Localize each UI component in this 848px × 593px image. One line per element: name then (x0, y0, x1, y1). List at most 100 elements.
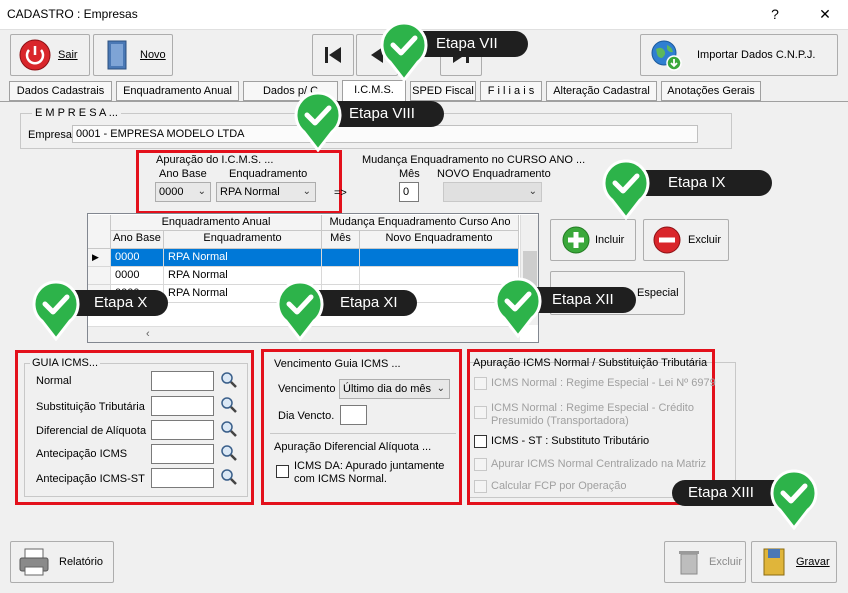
substituto-tributario-label: ICMS - ST : Substituto Tributário (491, 435, 650, 447)
grid-group-header-anual: Enquadramento Anual (111, 215, 322, 231)
excluir-row-button[interactable]: Excluir (643, 219, 729, 261)
search-icon[interactable] (220, 420, 238, 438)
printer-icon (19, 548, 49, 576)
incluir-button[interactable]: Incluir (550, 219, 636, 261)
power-icon (19, 39, 51, 71)
icms-da-label-2: com ICMS Normal. (294, 473, 387, 485)
table-cell[interactable]: 0000 (111, 249, 164, 267)
gravar-label: Gravar (796, 556, 830, 568)
search-icon[interactable] (220, 468, 238, 486)
empresa-group-title: E M P R E S A ... (32, 107, 121, 119)
guia-title: GUIA ICMS... (30, 357, 101, 369)
icms-da-label-1: ICMS DA: Apurado juntamente (294, 460, 445, 472)
help-button[interactable]: ? (760, 3, 790, 25)
relatorio-button[interactable]: Relatório (10, 541, 114, 583)
calcular-fcp-checkbox[interactable] (474, 480, 487, 493)
guia-difal-label: Diferencial de Alíquota (36, 425, 147, 437)
table-cell[interactable] (322, 249, 360, 267)
empresa-label: Empresa (28, 129, 73, 141)
especial-label: Especial (637, 287, 679, 299)
enquadramento-label: Enquadramento (229, 168, 308, 180)
ano-base-select[interactable]: 0000 ⌄ (155, 182, 211, 202)
excluir-row-label: Excluir (688, 234, 722, 246)
novo-label: Novo (140, 49, 166, 61)
search-icon[interactable] (220, 371, 238, 389)
first-record-icon (325, 47, 341, 63)
centralizado-matriz-checkbox[interactable] (474, 458, 487, 471)
col-enquadramento[interactable]: Enquadramento (164, 231, 322, 249)
excluir-button[interactable]: Excluir (664, 541, 746, 583)
credito-presumido-checkbox[interactable] (474, 406, 487, 419)
guia-st-field[interactable] (151, 396, 214, 416)
row-marker: ▶ (88, 249, 111, 267)
tab-icms[interactable]: I.C.M.S. (342, 80, 406, 102)
tab-anotacoes-gerais[interactable]: Anotações Gerais (661, 81, 761, 101)
guia-antecipacao-st-field[interactable] (151, 468, 214, 488)
tab-alteracao-cadastral[interactable]: Alteração Cadastral (546, 81, 657, 101)
centralizado-matriz-label: Apurar ICMS Normal Centralizado na Matri… (491, 458, 707, 470)
search-icon[interactable] (220, 444, 238, 462)
guia-antecipacao-st-label: Antecipação ICMS-ST (36, 473, 145, 485)
row-header (88, 267, 111, 285)
chevron-down-icon: ⌄ (302, 186, 311, 197)
guia-antecipacao-field[interactable] (151, 444, 214, 464)
tab-sped-fiscal[interactable]: SPED Fiscal (410, 81, 476, 101)
novo-button[interactable]: Novo (93, 34, 173, 76)
col-mes[interactable]: Mês (322, 231, 360, 249)
table-cell[interactable]: RPA Normal (164, 249, 322, 267)
table-cell[interactable]: 0000 (111, 267, 164, 285)
col-novo-enquadramento[interactable]: Novo Enquadramento (360, 231, 519, 249)
new-document-icon (107, 40, 127, 70)
icms-da-checkbox[interactable] (276, 465, 289, 478)
first-record-button[interactable] (312, 34, 354, 76)
calcular-fcp-label: Calcular FCP por Operação (491, 480, 627, 492)
enquadramento-select[interactable]: RPA Normal ⌄ (216, 182, 316, 202)
enquadramento-value: RPA Normal (220, 186, 280, 198)
importar-cnpj-button[interactable]: Importar Dados C.N.P.J. (640, 34, 838, 76)
dia-vencto-field[interactable] (340, 405, 367, 425)
table-cell[interactable] (360, 249, 519, 267)
sair-button[interactable]: Sair (10, 34, 90, 76)
col-ano-base[interactable]: Ano Base (111, 231, 164, 249)
checkmark-pin-icon (602, 159, 650, 220)
close-button[interactable]: ✕ (810, 3, 840, 25)
regime-especial-6979-checkbox[interactable] (474, 377, 487, 390)
vencimento-label: Vencimento (278, 383, 336, 395)
checkmark-pin-icon (494, 277, 542, 338)
sair-label: Sair (58, 49, 78, 61)
importar-label: Importar Dados C.N.P.J. (697, 49, 816, 61)
credito-presumido-label-2: Presumido (Transportadora) (491, 415, 629, 427)
mudanca-title: Mudança Enquadramento no CURSO ANO ... (362, 154, 586, 166)
guia-st-label: Substituição Tributária (36, 401, 145, 413)
novo-enquadramento-select[interactable]: ⌄ (443, 182, 542, 202)
chevron-down-icon: ⌄ (197, 186, 206, 197)
vencimento-title: Vencimento Guia ICMS ... (274, 358, 401, 370)
remove-icon (653, 226, 681, 254)
dia-vencto-label: Dia Vencto. (278, 410, 335, 422)
trash-icon (679, 551, 699, 575)
tab-enquadramento-anual[interactable]: Enquadramento Anual (116, 81, 239, 101)
search-icon[interactable] (220, 396, 238, 414)
grid-corner (88, 215, 111, 249)
gravar-button[interactable]: Gravar (751, 541, 837, 583)
guia-normal-field[interactable] (151, 371, 214, 391)
checkmark-pin-icon (770, 469, 818, 530)
mes-label: Mês (399, 168, 420, 180)
vencimento-select[interactable]: Último dia do mês ⌄ (339, 379, 450, 399)
tab-filiais[interactable]: F i l i a i s (480, 81, 542, 101)
scroll-left-icon[interactable]: ‹ (146, 328, 150, 340)
guia-difal-field[interactable] (151, 420, 214, 440)
substituto-tributario-checkbox[interactable] (474, 435, 487, 448)
checkmark-pin-icon (380, 21, 428, 82)
regime-especial-6979-label: ICMS Normal : Regime Especial - Lei Nº 6… (491, 377, 716, 389)
arrow-label: => (334, 187, 347, 199)
empresa-field[interactable]: 0001 - EMPRESA MODELO LTDA (72, 125, 698, 143)
guia-antecipacao-label: Antecipação ICMS (36, 448, 128, 460)
tab-dados-cadastrais[interactable]: Dados Cadastrais (9, 81, 112, 101)
ano-base-label: Ano Base (159, 168, 207, 180)
checkmark-pin-icon (276, 280, 324, 341)
chevron-down-icon: ⌄ (528, 186, 537, 197)
mes-field[interactable]: 0 (399, 182, 419, 202)
globe-icon (651, 40, 682, 71)
apur-st-title: Apuração ICMS Normal / Substituição Trib… (473, 357, 708, 369)
